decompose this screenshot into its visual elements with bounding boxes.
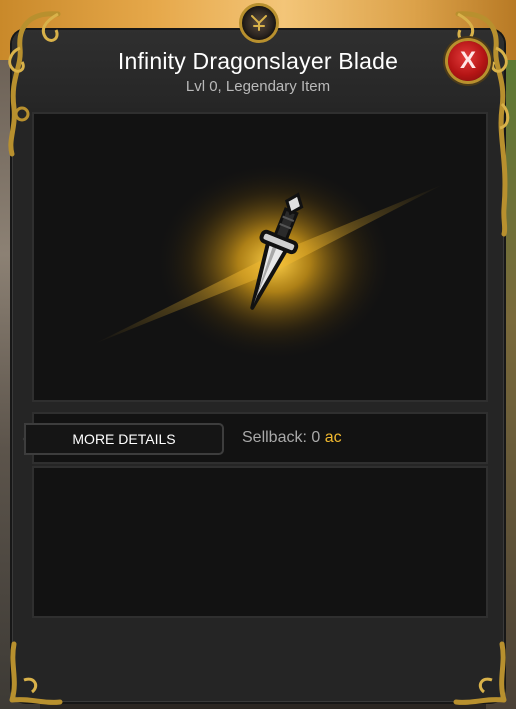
sellback-label: Sellback: 0	[242, 429, 321, 446]
frame-corner-bottom-left-icon	[9, 641, 63, 705]
sellback-currency: ac	[324, 429, 342, 446]
crest-emblem-icon	[239, 3, 279, 43]
item-name: Infinity Dragonslayer Blade	[117, 48, 399, 74]
frame-corner-bottom-right-icon	[453, 641, 507, 705]
close-button[interactable]: X	[448, 41, 488, 81]
dagger-icon	[250, 192, 304, 310]
item-preview	[32, 112, 488, 402]
close-icon: X	[459, 47, 476, 74]
item-level-rarity: Lvl 0, Legendary Item	[185, 78, 331, 95]
item-description-area	[32, 466, 488, 618]
sellback-value: Sellback: 0 ac	[242, 429, 342, 447]
more-details-button[interactable]: MORE DETAILS	[24, 423, 224, 455]
